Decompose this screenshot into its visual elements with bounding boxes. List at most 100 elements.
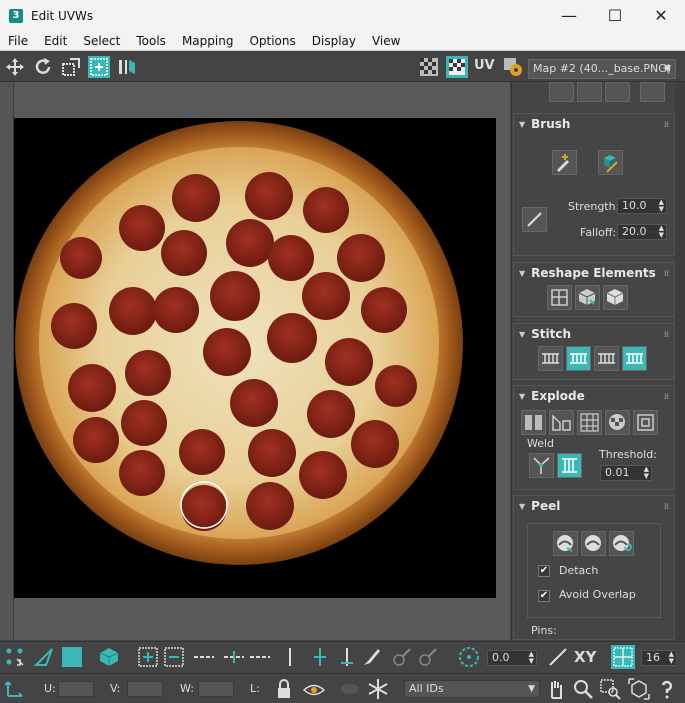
v-field[interactable] [127, 681, 163, 697]
zoom-region-icon[interactable] [598, 677, 622, 701]
w-label: W: [180, 682, 194, 695]
shaded-toggle-icon[interactable] [338, 677, 362, 701]
loop-shrink-icon[interactable] [248, 645, 272, 669]
menu-view[interactable]: View [364, 31, 408, 51]
falloff-spinner[interactable]: 20.0 ▲ ▼ [617, 224, 667, 240]
detach-checkbox[interactable]: ✔ [538, 565, 550, 577]
stitch-to-source-icon[interactable] [566, 346, 591, 371]
count-spinner[interactable]: 16 ▲ ▼ [641, 650, 677, 666]
avoid-overlap-label: Avoid Overlap [559, 588, 636, 601]
freeform-tool-icon[interactable] [88, 56, 110, 78]
angle-spinner[interactable]: 0.0 ▲ ▼ [487, 650, 537, 666]
stitch-custom-icon[interactable] [538, 346, 563, 371]
loop-icon[interactable] [192, 645, 216, 669]
select-edge-icon[interactable] [32, 645, 56, 669]
select-loop-icon[interactable] [605, 82, 630, 102]
threshold-spinner[interactable]: 0.01 ▲ ▼ [600, 465, 652, 481]
shrink-selection-icon[interactable] [162, 645, 186, 669]
select-edges-icon[interactable] [640, 82, 665, 102]
break-by-material-icon[interactable] [577, 410, 602, 435]
weld-selected-icon[interactable] [529, 453, 554, 478]
ring-shrink-icon[interactable] [335, 645, 359, 669]
spinner-arrows-icon[interactable]: ▲ ▼ [659, 225, 664, 239]
menu-tools[interactable]: Tools [128, 31, 174, 51]
ids-select[interactable]: All IDs ▼ [404, 680, 540, 698]
menu-file[interactable]: File [0, 31, 36, 51]
paint-select-grow-icon[interactable] [390, 645, 414, 669]
grow-selection-icon[interactable] [136, 645, 160, 669]
straighten-icon[interactable] [547, 285, 572, 310]
zoom-extents-icon[interactable] [627, 677, 651, 701]
stitch-to-target-icon[interactable] [622, 346, 647, 371]
break-by-polygroups-icon[interactable] [521, 410, 546, 435]
spinner-arrows-icon[interactable]: ▲ ▼ [644, 466, 649, 480]
brush-line-icon[interactable] [522, 207, 547, 232]
brush-header[interactable]: ▼ Brush ⁞⁞ [514, 114, 674, 134]
peel-header[interactable]: ▼ Peel ⁞⁞ [514, 496, 674, 516]
mirror-tool-icon[interactable] [116, 56, 138, 78]
loop-grow-icon[interactable] [222, 645, 246, 669]
move-tool-icon[interactable] [4, 56, 26, 78]
quick-peel-icon[interactable] [553, 531, 578, 556]
rotate-tool-icon[interactable] [32, 56, 54, 78]
zoom-icon[interactable] [571, 677, 595, 701]
select-ring-icon[interactable] [577, 82, 602, 102]
map-settings-icon[interactable] [502, 56, 524, 78]
stitch-header[interactable]: ▼ Stitch ⁞⁞ [514, 324, 674, 344]
edit-uvws-window: 3 Edit UVWs — ☐ ✕ File Edit Select Tools… [0, 0, 685, 703]
reset-peel-icon[interactable] [609, 531, 634, 556]
weld-target-icon[interactable] [557, 453, 582, 478]
break-by-checker-icon[interactable] [605, 410, 630, 435]
u-field[interactable] [58, 681, 94, 697]
spinner-arrows-icon[interactable]: ▲ ▼ [659, 199, 664, 213]
peel-mode-icon[interactable] [581, 531, 606, 556]
select-face-icon[interactable] [60, 645, 84, 669]
w-field[interactable] [198, 681, 234, 697]
uv-canvas[interactable] [14, 118, 496, 598]
flatten-icon[interactable] [633, 410, 658, 435]
ring-grow-icon[interactable] [308, 645, 332, 669]
paint-select-icon[interactable] [360, 645, 384, 669]
checker-pattern-icon[interactable] [418, 56, 440, 78]
strength-spinner[interactable]: 10.0 ▲ ▼ [617, 198, 667, 214]
ring-icon[interactable] [278, 645, 302, 669]
right-panel-scrollbar[interactable] [675, 82, 685, 640]
break-by-smoothing-icon[interactable] [549, 410, 574, 435]
stitch-average-icon[interactable] [594, 346, 619, 371]
xy-toggle[interactable]: XY [574, 648, 596, 666]
absolute-offset-icon[interactable] [3, 677, 27, 701]
relax-icon[interactable] [575, 285, 600, 310]
paint-select-shrink-icon[interactable] [416, 645, 440, 669]
menu-options[interactable]: Options [241, 31, 303, 51]
arrange-icon[interactable] [603, 285, 628, 310]
maximize-button[interactable]: ☐ [592, 0, 638, 31]
menu-edit[interactable]: Edit [36, 31, 75, 51]
align-line-icon[interactable] [546, 645, 570, 669]
eye-icon[interactable] [302, 677, 326, 701]
minimize-button[interactable]: — [546, 0, 592, 31]
scale-tool-icon[interactable] [60, 56, 82, 78]
map-select[interactable]: Map #2 (40..._base.PNG) ▼ [528, 59, 676, 79]
select-grow-icon[interactable] [549, 82, 574, 102]
relax-brush-icon[interactable] [598, 150, 623, 175]
select-element-icon[interactable] [97, 645, 121, 669]
spinner-arrows-icon[interactable]: ▲ ▼ [529, 651, 534, 665]
uv-label[interactable]: UV [474, 58, 495, 73]
menu-select[interactable]: Select [75, 31, 128, 51]
show-map-icon[interactable] [446, 56, 468, 78]
paint-move-icon[interactable] [552, 150, 577, 175]
select-vertex-icon[interactable] [3, 645, 27, 669]
close-button[interactable]: ✕ [638, 0, 684, 31]
rotation-snap-icon[interactable] [457, 645, 481, 669]
help-icon[interactable] [655, 677, 679, 701]
grid-snap-icon[interactable] [611, 645, 635, 669]
menu-mapping[interactable]: Mapping [174, 31, 242, 51]
explode-header[interactable]: ▼ Explode ⁞⁞ [514, 386, 674, 406]
menu-display[interactable]: Display [304, 31, 364, 51]
pan-hand-icon[interactable] [544, 677, 568, 701]
lock-icon[interactable] [272, 677, 296, 701]
freeze-snowflake-icon[interactable] [366, 677, 390, 701]
avoid-overlap-checkbox[interactable]: ✔ [538, 590, 550, 602]
reshape-header[interactable]: ▼ Reshape Elements ⁞⁞ [514, 263, 674, 283]
spinner-arrows-icon[interactable]: ▲ ▼ [669, 651, 674, 665]
